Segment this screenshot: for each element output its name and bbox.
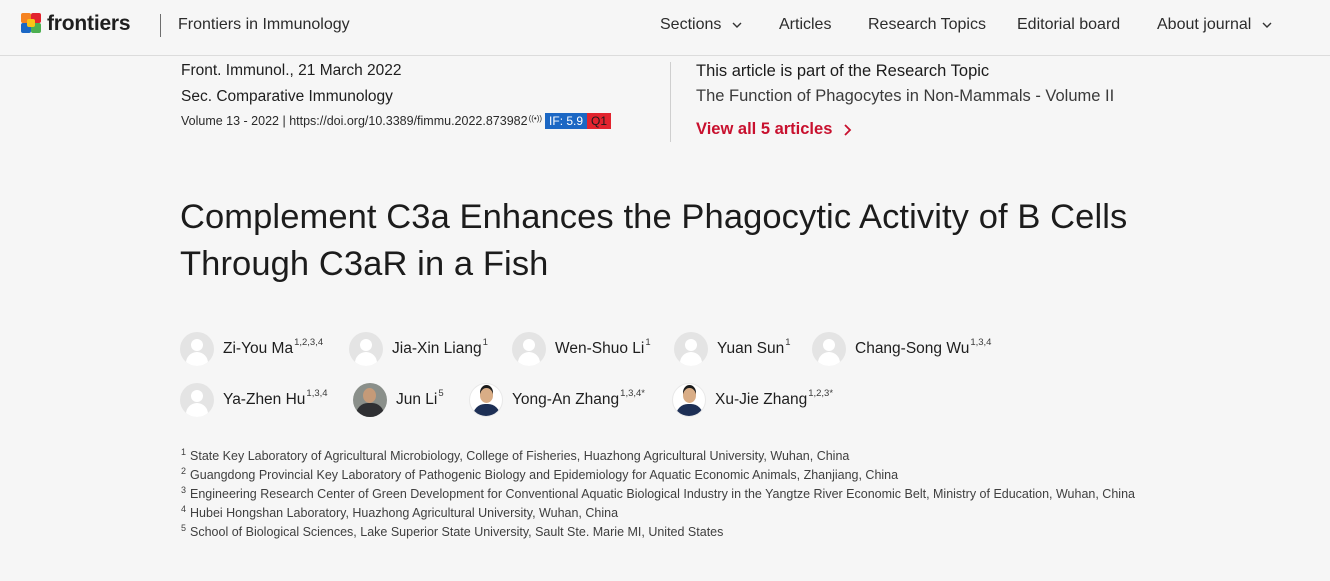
affiliation-text: State Key Laboratory of Agricultural Mic…	[190, 449, 850, 463]
doi-link[interactable]: https://doi.org/10.3389/fimmu.2022.87398…	[289, 114, 527, 128]
author-affiliation-sup: 5	[438, 387, 444, 399]
nav-sections-label: Sections	[660, 16, 722, 33]
author-photo	[469, 383, 503, 417]
author-item[interactable]: Chang-Song Wu 1,3,4	[812, 332, 991, 366]
article-title: Complement C3a Enhances the Phagocytic A…	[180, 194, 1180, 288]
author-name: Jia-Xin Liang	[392, 340, 482, 357]
affiliation-number: 5	[181, 523, 187, 533]
author-item[interactable]: Jun Li 5	[353, 383, 444, 417]
author-affiliation-sup: 1,3,4	[306, 387, 328, 399]
research-topic-kicker: This article is part of the Research Top…	[696, 62, 990, 80]
affiliation-text: School of Biological Sciences, Lake Supe…	[190, 525, 724, 539]
affiliation-text: Guangdong Provincial Key Laboratory of P…	[190, 468, 899, 482]
chevron-down-icon	[731, 19, 743, 31]
article-title-line-2: Through C3aR in a Fish	[180, 245, 549, 283]
journal-date: Front. Immunol., 21 March 2022	[181, 62, 402, 79]
affiliation-item: 3 Engineering Research Center of Green De…	[181, 485, 1156, 504]
chevron-right-icon	[842, 123, 852, 137]
author-item[interactable]: Yuan Sun 1	[674, 332, 791, 366]
author-name: Xu-Jie Zhang	[715, 391, 808, 408]
nav-editorial-board[interactable]: Editorial board	[1017, 16, 1120, 34]
author-name: Ya-Zhen Hu	[223, 391, 306, 408]
affiliation-number: 3	[181, 485, 187, 495]
user-avatar-icon	[674, 332, 708, 366]
author-affiliation-sup: 1,2,3,4	[294, 336, 324, 348]
nav-about-journal[interactable]: About journal	[1157, 16, 1273, 34]
author-photo	[353, 383, 387, 417]
author-name: Yuan Sun	[717, 340, 785, 357]
user-avatar-icon	[349, 332, 383, 366]
quartile-badge: Q1	[587, 113, 612, 129]
author-name: Zi-You Ma	[223, 340, 294, 357]
nav-research-topics-label: Research Topics	[868, 16, 986, 33]
author-name: Chang-Song Wu	[855, 340, 970, 357]
nav-editorial-board-label: Editorial board	[1017, 16, 1121, 33]
author-item[interactable]: Wen-Shuo Li 1	[512, 332, 651, 366]
nav-research-topics[interactable]: Research Topics	[868, 16, 986, 34]
article-section: Sec. Comparative Immunology	[181, 88, 393, 105]
user-avatar-icon	[180, 332, 214, 366]
author-affiliation-sup: 1,3,4*	[620, 387, 645, 399]
nav-articles-label: Articles	[779, 16, 832, 33]
nav-sections[interactable]: Sections	[660, 16, 743, 34]
affiliation-item: 2 Guangdong Provincial Key Laboratory of …	[181, 466, 1156, 485]
research-topic-title-link[interactable]: The Function of Phagocytes in Non-Mammal…	[696, 87, 1114, 106]
affiliation-item: 5 School of Biological Sciences, Lake Sup…	[181, 523, 1156, 542]
article-title-line-1: Complement C3a Enhances the Phagocytic A…	[180, 198, 1128, 236]
affiliation-number: 1	[181, 447, 187, 457]
site-header: frontiers Frontiers in Immunology Sectio…	[0, 0, 1330, 56]
nav-about-journal-label: About journal	[1157, 16, 1252, 33]
user-avatar-icon	[180, 383, 214, 417]
user-avatar-icon	[512, 332, 546, 366]
author-affiliation-sup: 1	[482, 336, 488, 348]
author-affiliation-sup: 1	[785, 336, 791, 348]
nav-articles[interactable]: Articles	[779, 16, 831, 34]
affiliation-number: 2	[181, 466, 187, 476]
open-access-icon: ((•))	[528, 113, 543, 123]
affiliation-text: Hubei Hongshan Laboratory, Huazhong Agri…	[190, 506, 619, 520]
affiliation-number: 4	[181, 504, 187, 514]
author-item[interactable]: Xu-Jie Zhang 1,2,3*	[672, 383, 833, 417]
volume-doi-line: Volume 13 - 2022 | https://doi.org/10.33…	[181, 113, 612, 129]
main-nav: Sections Articles Research Topics Editor…	[0, 16, 1330, 36]
author-item[interactable]: Ya-Zhen Hu 1,3,4	[180, 383, 328, 417]
author-name: Yong-An Zhang	[512, 391, 620, 408]
author-item[interactable]: Yong-An Zhang 1,3,4*	[469, 383, 645, 417]
view-all-label: View all 5 articles	[696, 120, 833, 138]
affiliation-item: 4 Hubei Hongshan Laboratory, Huazhong Agr…	[181, 504, 1156, 523]
meta-divider	[670, 62, 671, 142]
author-name: Jun Li	[396, 391, 438, 408]
author-affiliation-sup: 1,2,3*	[808, 387, 834, 399]
affiliation-item: 1 State Key Laboratory of Agricultural Mi…	[181, 447, 1156, 466]
affiliation-list: 1 State Key Laboratory of Agricultural Mi…	[181, 447, 1156, 542]
author-name: Wen-Shuo Li	[555, 340, 645, 357]
chevron-down-icon	[1261, 19, 1273, 31]
author-affiliation-sup: 1	[645, 336, 651, 348]
impact-factor-badge: IF: 5.9	[545, 113, 588, 129]
affiliation-text: Engineering Research Center of Green Dev…	[190, 487, 1135, 501]
author-affiliation-sup: 1,3,4	[970, 336, 992, 348]
view-all-articles-link[interactable]: View all 5 articles	[696, 120, 852, 139]
volume-text: Volume 13 - 2022 |	[181, 114, 290, 128]
author-item[interactable]: Zi-You Ma 1,2,3,4	[180, 332, 323, 366]
user-avatar-icon	[812, 332, 846, 366]
author-item[interactable]: Jia-Xin Liang 1	[349, 332, 488, 366]
author-photo	[672, 383, 706, 417]
